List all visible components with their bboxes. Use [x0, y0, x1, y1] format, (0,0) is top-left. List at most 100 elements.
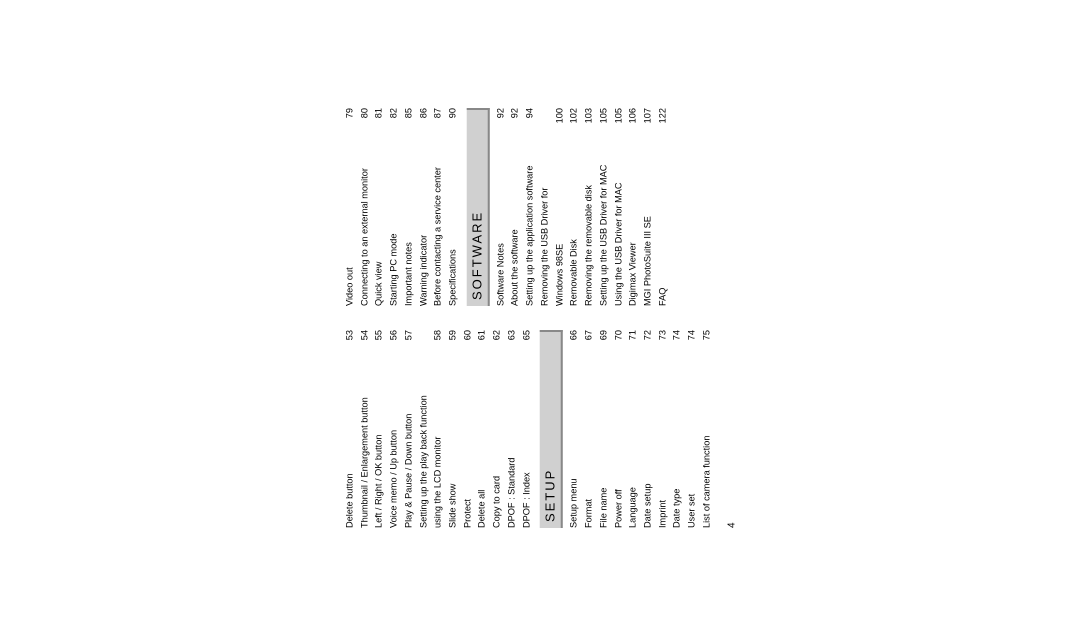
left_top-row: Play & Pause / Down button57	[402, 330, 417, 528]
left_top-page: 59	[446, 330, 461, 354]
left_bottom-label: User set	[685, 354, 700, 528]
right_top-page: 87	[431, 108, 446, 132]
right_bottom-label: Windows 98SE	[552, 132, 567, 306]
right_bottom-page: 92	[508, 108, 523, 132]
right_top-label: Video out	[343, 132, 358, 306]
left_top-page: 57	[402, 330, 417, 354]
right_bottom-label: Removing the USB Driver for	[538, 132, 553, 306]
left_bottom-page: 74	[685, 330, 700, 354]
left_bottom-label: Imprint	[655, 354, 670, 528]
left_bottom-page: 69	[597, 330, 612, 354]
left_top-row: Left / Right / OK button55	[372, 330, 387, 528]
right_bottom-row: Removing the removable disk103	[582, 108, 597, 306]
right_top-row: Video out79	[343, 108, 358, 306]
left_top-label: Left / Right / OK button	[372, 354, 387, 528]
left_bottom-row: User set74	[685, 330, 700, 528]
left_bottom-row: Date type74	[670, 330, 685, 528]
left_bottom-row: File name69	[597, 330, 612, 528]
right_bottom-page: 102	[567, 108, 582, 132]
right_bottom-page: 122	[655, 108, 670, 132]
left_top-row: Slide show59	[446, 330, 461, 528]
left_top-page: 56	[387, 330, 402, 354]
right_top-row: Important notes85	[402, 108, 417, 306]
left_bottom-label: Language	[626, 354, 641, 528]
toc-columns: Delete button53Thumbnail / Enlargement b…	[343, 108, 738, 528]
left_top-row: DPOF : Index65	[519, 330, 534, 528]
left_bottom-page: 73	[655, 330, 670, 354]
left_top-row: using the LCD monitor58	[431, 330, 446, 528]
right_top-row: Warning indicator86	[416, 108, 431, 306]
left_top-page: 61	[475, 330, 490, 354]
left_top-label: Setting up the play back function	[416, 354, 431, 528]
left_bottom-page: 67	[582, 330, 597, 354]
right_bottom-page: 105	[611, 108, 626, 132]
left_top-label: Protect	[460, 354, 475, 528]
left_top-row: Delete button53	[343, 330, 358, 528]
right_top-page: 86	[416, 108, 431, 132]
right_top-label: Connecting to an external monitor	[357, 132, 372, 306]
section-header-software: SOFTWARE	[466, 108, 489, 306]
right_top-page: 79	[343, 108, 358, 132]
right_top-label: Specifications	[446, 132, 461, 306]
left_bottom-row: Imprint73	[655, 330, 670, 528]
left_top-page: 63	[505, 330, 520, 354]
left_top-row: Setting up the play back function	[416, 330, 431, 528]
right_bottom-row: About the software92	[508, 108, 523, 306]
right_bottom-row: Setting up the application software94	[523, 108, 538, 306]
left_bottom-label: Date type	[670, 354, 685, 528]
right_top-row: Quick view81	[372, 108, 387, 306]
right_bottom-label: Removing the removable disk	[582, 132, 597, 306]
right_bottom-label: MGI PhotoSuite III SE	[641, 132, 656, 306]
right_bottom-page: 106	[626, 108, 641, 132]
right_bottom-label: Removable Disk	[567, 132, 582, 306]
left_bottom-label: File name	[597, 354, 612, 528]
left_top-label: Delete all	[475, 354, 490, 528]
left_top-row: DPOF : Standard63	[505, 330, 520, 528]
left_bottom-row: Power off70	[611, 330, 626, 528]
right_bottom-label: Digimax Viewer	[626, 132, 641, 306]
right_top-label: Before contacting a service center	[431, 132, 446, 306]
right_top-label: Warning indicator	[416, 132, 431, 306]
right_bottom-row: FAQ122	[655, 108, 670, 306]
right_top-label: Starting PC mode	[387, 132, 402, 306]
left_top-row: Thumbnail / Enlargement button54	[357, 330, 372, 528]
right_bottom-row: Digimax Viewer106	[626, 108, 641, 306]
left_bottom-row: List of camera function75	[700, 330, 715, 528]
left_bottom-row: Format67	[582, 330, 597, 528]
right_bottom-label: About the software	[508, 132, 523, 306]
right_bottom-row: Setting up the USB Driver for MAC105	[597, 108, 612, 306]
right_bottom-row: MGI PhotoSuite III SE107	[641, 108, 656, 306]
left_top-label: Thumbnail / Enlargement button	[357, 354, 372, 528]
left_top-row: Protect60	[460, 330, 475, 528]
toc-left-column: Delete button53Thumbnail / Enlargement b…	[343, 330, 738, 528]
section-header-setup: SETUP	[540, 330, 563, 528]
right_top-label: Important notes	[402, 132, 417, 306]
left_top-page: 55	[372, 330, 387, 354]
right_bottom-page: 103	[582, 108, 597, 132]
right_bottom-page: 107	[641, 108, 656, 132]
right_bottom-label: Setting up the USB Driver for MAC	[597, 132, 612, 306]
left_top-page: 53	[343, 330, 358, 354]
right_bottom-page: 94	[523, 108, 538, 132]
left_top-page: 65	[519, 330, 534, 354]
left_top-label: Slide show	[446, 354, 461, 528]
toc-right-column: Video out79Connecting to an external mon…	[343, 108, 738, 306]
left_bottom-row: Date setup72	[641, 330, 656, 528]
right_top-page: 81	[372, 108, 387, 132]
left_top-page: 58	[431, 330, 446, 354]
right_bottom-label: Using the USB Driver for MAC	[611, 132, 626, 306]
left_top-label: Delete button	[343, 354, 358, 528]
left_bottom-page: 71	[626, 330, 641, 354]
right_top-row: Specifications90	[446, 108, 461, 306]
right_top-page: 82	[387, 108, 402, 132]
left_bottom-page: 66	[567, 330, 582, 354]
page-number: 4	[726, 330, 737, 528]
left_top-page: 62	[490, 330, 505, 354]
left_bottom-label: Format	[582, 354, 597, 528]
right_top-page: 80	[357, 108, 372, 132]
left_bottom-row: Setup menu66	[567, 330, 582, 528]
left_top-page: 54	[357, 330, 372, 354]
right_top-row: Before contacting a service center87	[431, 108, 446, 306]
right_top-page: 85	[402, 108, 417, 132]
left_bottom-page: 75	[700, 330, 715, 354]
